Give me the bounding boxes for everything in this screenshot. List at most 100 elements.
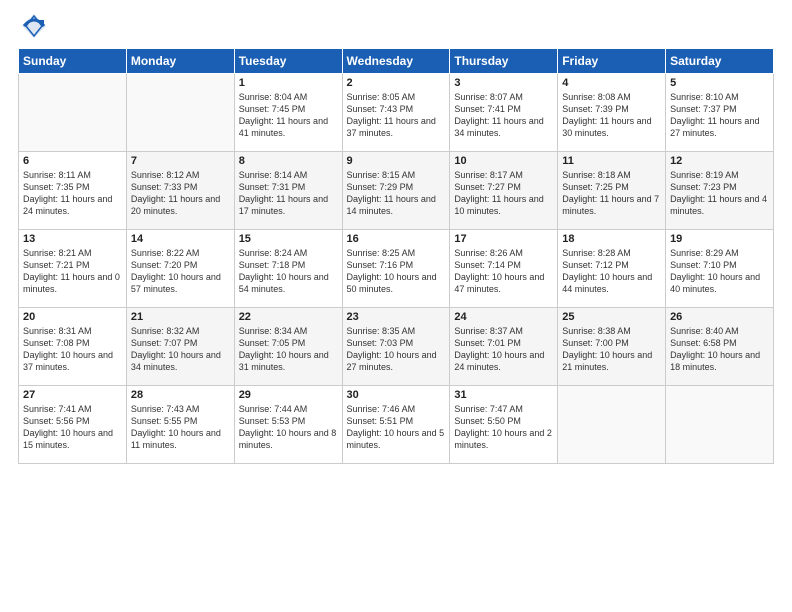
day-info: Sunrise: 8:29 AMSunset: 7:10 PMDaylight:… <box>670 248 760 294</box>
calendar-cell: 28 Sunrise: 7:43 AMSunset: 5:55 PMDayligh… <box>126 386 234 464</box>
day-number: 23 <box>347 311 446 323</box>
day-info: Sunrise: 8:14 AMSunset: 7:31 PMDaylight:… <box>239 170 328 216</box>
calendar-cell: 18 Sunrise: 8:28 AMSunset: 7:12 PMDayligh… <box>558 230 666 308</box>
calendar-cell <box>666 386 774 464</box>
day-info: Sunrise: 7:43 AMSunset: 5:55 PMDaylight:… <box>131 404 221 450</box>
day-info: Sunrise: 8:38 AMSunset: 7:00 PMDaylight:… <box>562 326 652 372</box>
weekday-header-sunday: Sunday <box>19 49 127 74</box>
day-info: Sunrise: 7:41 AMSunset: 5:56 PMDaylight:… <box>23 404 113 450</box>
day-info: Sunrise: 7:44 AMSunset: 5:53 PMDaylight:… <box>239 404 337 450</box>
logo-icon <box>20 12 48 40</box>
day-info: Sunrise: 8:28 AMSunset: 7:12 PMDaylight:… <box>562 248 652 294</box>
calendar-cell <box>126 74 234 152</box>
calendar-cell: 27 Sunrise: 7:41 AMSunset: 5:56 PMDayligh… <box>19 386 127 464</box>
day-info: Sunrise: 8:18 AMSunset: 7:25 PMDaylight:… <box>562 170 659 216</box>
day-info: Sunrise: 8:15 AMSunset: 7:29 PMDaylight:… <box>347 170 436 216</box>
calendar-cell: 15 Sunrise: 8:24 AMSunset: 7:18 PMDayligh… <box>234 230 342 308</box>
calendar-cell <box>19 74 127 152</box>
calendar-cell <box>558 386 666 464</box>
weekday-header-monday: Monday <box>126 49 234 74</box>
day-number: 28 <box>131 389 230 401</box>
day-number: 19 <box>670 233 769 245</box>
calendar-cell: 26 Sunrise: 8:40 AMSunset: 6:58 PMDayligh… <box>666 308 774 386</box>
calendar-cell: 24 Sunrise: 8:37 AMSunset: 7:01 PMDayligh… <box>450 308 558 386</box>
weekday-header-thursday: Thursday <box>450 49 558 74</box>
day-info: Sunrise: 8:17 AMSunset: 7:27 PMDaylight:… <box>454 170 543 216</box>
day-info: Sunrise: 8:32 AMSunset: 7:07 PMDaylight:… <box>131 326 221 372</box>
day-number: 24 <box>454 311 553 323</box>
day-number: 12 <box>670 155 769 167</box>
day-info: Sunrise: 8:08 AMSunset: 7:39 PMDaylight:… <box>562 92 651 138</box>
calendar-cell: 12 Sunrise: 8:19 AMSunset: 7:23 PMDayligh… <box>666 152 774 230</box>
day-number: 2 <box>347 77 446 89</box>
day-number: 30 <box>347 389 446 401</box>
calendar-cell: 4 Sunrise: 8:08 AMSunset: 7:39 PMDaylight… <box>558 74 666 152</box>
day-number: 16 <box>347 233 446 245</box>
weekday-header-saturday: Saturday <box>666 49 774 74</box>
day-number: 6 <box>23 155 122 167</box>
day-number: 4 <box>562 77 661 89</box>
logo <box>20 12 52 40</box>
calendar-cell: 5 Sunrise: 8:10 AMSunset: 7:37 PMDaylight… <box>666 74 774 152</box>
day-info: Sunrise: 8:31 AMSunset: 7:08 PMDaylight:… <box>23 326 113 372</box>
day-number: 29 <box>239 389 338 401</box>
calendar-cell: 31 Sunrise: 7:47 AMSunset: 5:50 PMDayligh… <box>450 386 558 464</box>
calendar-cell: 25Sunrise: 8:38 AMSunset: 7:00 PMDayligh… <box>558 308 666 386</box>
weekday-header-tuesday: Tuesday <box>234 49 342 74</box>
day-info: Sunrise: 8:10 AMSunset: 7:37 PMDaylight:… <box>670 92 759 138</box>
day-number: 14 <box>131 233 230 245</box>
day-number: 26 <box>670 311 769 323</box>
day-info: Sunrise: 8:34 AMSunset: 7:05 PMDaylight:… <box>239 326 329 372</box>
calendar-cell: 29 Sunrise: 7:44 AMSunset: 5:53 PMDayligh… <box>234 386 342 464</box>
day-info: Sunrise: 8:35 AMSunset: 7:03 PMDaylight:… <box>347 326 437 372</box>
calendar-cell: 6 Sunrise: 8:11 AMSunset: 7:35 PMDaylight… <box>19 152 127 230</box>
day-number: 15 <box>239 233 338 245</box>
day-info: Sunrise: 8:12 AMSunset: 7:33 PMDaylight:… <box>131 170 220 216</box>
day-number: 1 <box>239 77 338 89</box>
day-number: 5 <box>670 77 769 89</box>
calendar-cell: 19 Sunrise: 8:29 AMSunset: 7:10 PMDayligh… <box>666 230 774 308</box>
day-info: Sunrise: 8:37 AMSunset: 7:01 PMDaylight:… <box>454 326 544 372</box>
calendar-cell: 7Sunrise: 8:12 AMSunset: 7:33 PMDaylight… <box>126 152 234 230</box>
calendar-cell: 21 Sunrise: 8:32 AMSunset: 7:07 PMDayligh… <box>126 308 234 386</box>
calendar-cell: 17 Sunrise: 8:26 AMSunset: 7:14 PMDayligh… <box>450 230 558 308</box>
day-info: Sunrise: 8:25 AMSunset: 7:16 PMDaylight:… <box>347 248 437 294</box>
weekday-header-friday: Friday <box>558 49 666 74</box>
day-info: Sunrise: 8:40 AMSunset: 6:58 PMDaylight:… <box>670 326 760 372</box>
calendar-cell: 22 Sunrise: 8:34 AMSunset: 7:05 PMDayligh… <box>234 308 342 386</box>
day-number: 9 <box>347 155 446 167</box>
day-info: Sunrise: 7:47 AMSunset: 5:50 PMDaylight:… <box>454 404 552 450</box>
day-info: Sunrise: 8:24 AMSunset: 7:18 PMDaylight:… <box>239 248 329 294</box>
day-info: Sunrise: 7:46 AMSunset: 5:51 PMDaylight:… <box>347 404 445 450</box>
day-info: Sunrise: 8:05 AMSunset: 7:43 PMDaylight:… <box>347 92 436 138</box>
day-number: 3 <box>454 77 553 89</box>
day-number: 17 <box>454 233 553 245</box>
calendar-cell: 16 Sunrise: 8:25 AMSunset: 7:16 PMDayligh… <box>342 230 450 308</box>
day-info: Sunrise: 8:26 AMSunset: 7:14 PMDaylight:… <box>454 248 544 294</box>
day-number: 27 <box>23 389 122 401</box>
day-number: 21 <box>131 311 230 323</box>
weekday-header-wednesday: Wednesday <box>342 49 450 74</box>
header <box>0 0 792 48</box>
calendar-cell: 23 Sunrise: 8:35 AMSunset: 7:03 PMDayligh… <box>342 308 450 386</box>
day-number: 8 <box>239 155 338 167</box>
day-number: 31 <box>454 389 553 401</box>
day-info: Sunrise: 8:11 AMSunset: 7:35 PMDaylight:… <box>23 170 112 216</box>
page: { "logo": { "general": "General", "blue"… <box>0 0 792 612</box>
calendar-cell: 20 Sunrise: 8:31 AMSunset: 7:08 PMDayligh… <box>19 308 127 386</box>
day-info: Sunrise: 8:04 AMSunset: 7:45 PMDaylight:… <box>239 92 328 138</box>
day-number: 13 <box>23 233 122 245</box>
day-info: Sunrise: 8:07 AMSunset: 7:41 PMDaylight:… <box>454 92 543 138</box>
day-number: 18 <box>562 233 661 245</box>
calendar-cell: 3 Sunrise: 8:07 AMSunset: 7:41 PMDaylight… <box>450 74 558 152</box>
day-number: 22 <box>239 311 338 323</box>
day-info: Sunrise: 8:21 AMSunset: 7:21 PMDaylight:… <box>23 248 120 294</box>
calendar-cell: 1 Sunrise: 8:04 AMSunset: 7:45 PMDaylight… <box>234 74 342 152</box>
calendar-cell: 11Sunrise: 8:18 AMSunset: 7:25 PMDayligh… <box>558 152 666 230</box>
day-number: 10 <box>454 155 553 167</box>
day-number: 20 <box>23 311 122 323</box>
day-info: Sunrise: 8:22 AMSunset: 7:20 PMDaylight:… <box>131 248 221 294</box>
calendar-cell: 14 Sunrise: 8:22 AMSunset: 7:20 PMDayligh… <box>126 230 234 308</box>
calendar: SundayMondayTuesdayWednesdayThursdayFrid… <box>18 48 774 464</box>
day-info: Sunrise: 8:19 AMSunset: 7:23 PMDaylight:… <box>670 170 767 216</box>
